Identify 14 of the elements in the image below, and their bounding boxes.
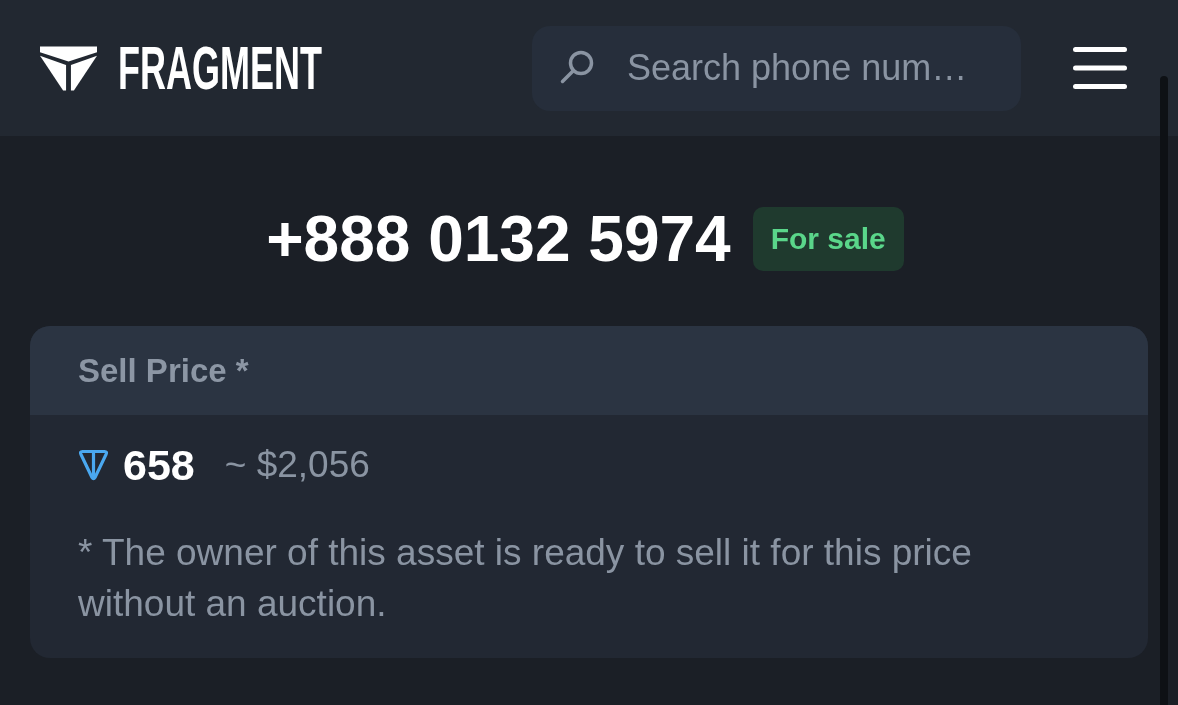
search-icon — [560, 49, 595, 84]
menu-icon — [1073, 47, 1127, 89]
menu-button[interactable] — [1073, 47, 1127, 89]
triangle-logo-icon — [40, 45, 97, 91]
card-title: Sell Price * — [78, 351, 249, 390]
price-amount: 658 — [123, 440, 195, 490]
price-usd: ~ $2,056 — [224, 444, 370, 486]
price-note: * The owner of this asset is ready to sell it for this price without an auction. — [78, 531, 973, 626]
status-badge: For sale — [752, 207, 904, 271]
search-field[interactable]: Search phone num… — [532, 25, 1021, 111]
scrollbar[interactable] — [1160, 76, 1168, 705]
phone-number: +888 0132 5974 — [266, 207, 731, 271]
ton-coin-icon — [78, 449, 109, 481]
brand-name: FRAGMENT — [118, 37, 322, 99]
